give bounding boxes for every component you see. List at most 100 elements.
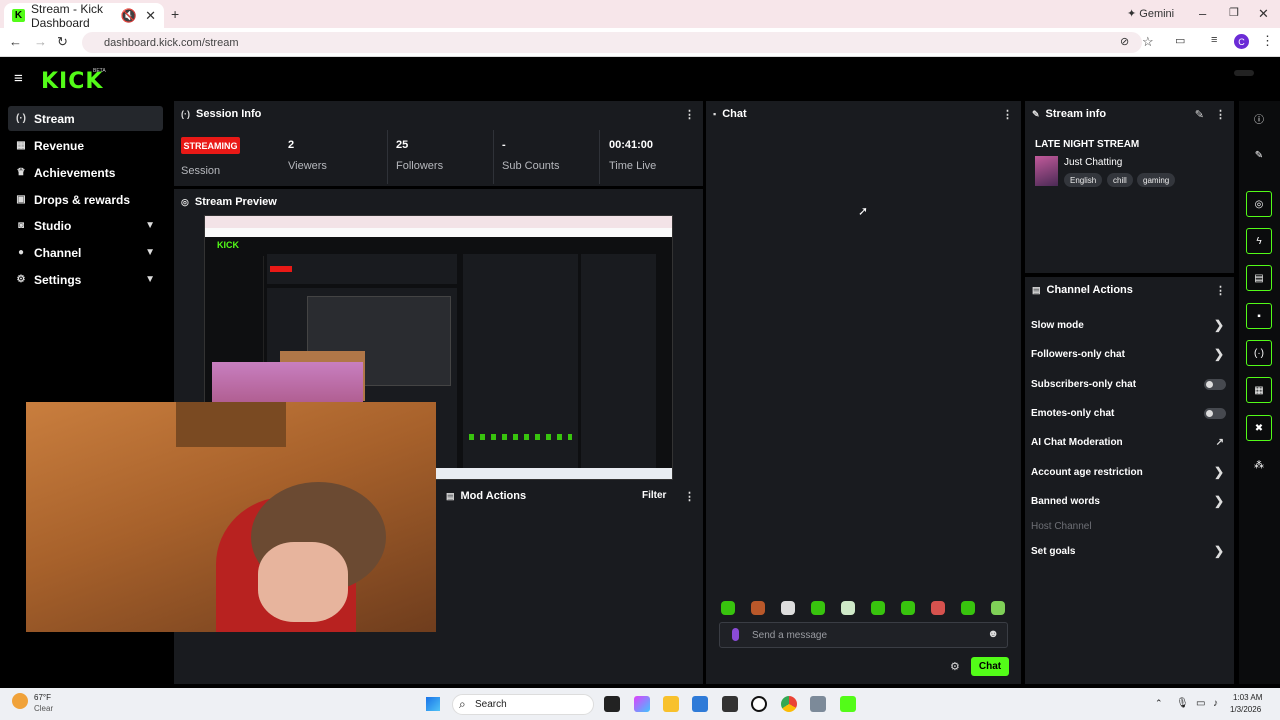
banned-words-row[interactable]: Banned words ❯ [1031,491,1226,511]
send-chat-button[interactable]: Chat [971,657,1009,676]
user-icon: ● [17,247,25,258]
weather-status: Clear [34,704,54,713]
chat-settings-icon[interactable]: ⚙ [950,660,960,673]
window-close-button[interactable]: ✕ [1258,6,1269,22]
emoji-icon[interactable]: ☻ [987,628,999,640]
sidebar-item-settings[interactable]: ⚙ Settings ▼ [8,267,163,292]
chevron-right-icon: ❯ [1213,494,1224,508]
split-view-icon[interactable]: ▭ [1175,34,1185,47]
preview-chat [463,254,578,479]
weather-temp[interactable]: 67°F [34,693,51,702]
action-label: Emotes-only chat [1031,407,1115,419]
edit-icon[interactable]: ✎ [1246,142,1272,168]
sidebar-item-studio[interactable]: ◙ Studio ▼ [8,213,163,238]
address-bar[interactable]: dashboard.kick.com/stream [82,32,1142,53]
store-icon[interactable] [692,696,708,712]
chevron-right-icon: ❯ [1213,318,1224,332]
emote-icon[interactable] [751,601,765,615]
sidebar-item-stream[interactable]: (·) Stream [8,106,163,131]
panel-title: Session Info [196,108,262,120]
sidebar-item-achievements[interactable]: ♛ Achievements [8,160,163,185]
minimize-button[interactable]: – [1199,6,1206,21]
external-link-icon: ↗ [1215,436,1224,448]
set-goals-row[interactable]: Set goals ❯ [1031,541,1226,561]
sidebar-item-drops[interactable]: ▣ Drops & rewards [8,187,163,212]
settings-app-icon[interactable] [810,696,826,712]
volume-icon[interactable]: ♪ [1213,698,1218,709]
network-icon[interactable]: ▭ [1196,698,1205,709]
emote-icon[interactable] [931,601,945,615]
lightning-icon[interactable]: ϟ [1246,228,1272,254]
slow-mode-row[interactable]: Slow mode ❯ [1031,315,1226,335]
emotes-only-toggle[interactable] [1204,407,1226,419]
category-name[interactable]: Just Chatting [1064,157,1122,168]
reload-icon[interactable]: ↻ [57,34,68,50]
clock-date[interactable]: 1/3/2026 [1230,705,1261,714]
windows-start-icon[interactable] [426,697,440,711]
add-widget-icon[interactable]: ⁂ [1246,452,1272,478]
clock-time[interactable]: 1:03 AM [1233,693,1262,702]
more-options-icon[interactable]: ⋮ [1215,108,1226,121]
edit-icon[interactable]: ✎ [1195,108,1204,121]
layout-icon[interactable]: ▦ [1246,377,1272,403]
mute-tab-icon[interactable]: 🔇 [121,8,137,24]
microphone-tray-icon[interactable]: 🎙 [1176,698,1189,709]
microphone-icon[interactable] [732,628,739,641]
tray-chevron-icon[interactable]: ⌃ [1155,698,1163,709]
more-options-icon[interactable]: ⋮ [1002,108,1013,121]
task-view-icon[interactable] [604,696,620,712]
chat-message-input[interactable]: Send a message ☻ [719,622,1008,648]
chat-bubble-icon[interactable]: ▪ [1246,303,1272,329]
forward-icon[interactable]: → [34,34,47,49]
followers-only-row[interactable]: Followers-only chat ❯ [1031,344,1226,364]
filter-button[interactable]: Filter [642,490,666,501]
profile-avatar[interactable]: C [1234,34,1249,49]
account-age-row[interactable]: Account age restriction ❯ [1031,462,1226,482]
panel-title: Channel Actions [1046,284,1133,296]
new-tab-button[interactable]: + [171,6,179,22]
emote-icon[interactable] [721,601,735,615]
hamburger-menu-icon[interactable]: ≡ [14,70,23,87]
mouse-cursor-icon: ➚ [858,204,869,218]
sidebar-item-channel[interactable]: ● Channel ▼ [8,240,163,265]
more-options-icon[interactable]: ⋮ [684,108,695,121]
sidebar-item-revenue[interactable]: ▦ Revenue [8,133,163,158]
emote-icon[interactable] [901,601,915,615]
ai-moderation-row[interactable]: AI Chat Moderation ↗ [1031,432,1226,452]
file-explorer-icon[interactable] [663,696,679,712]
chevron-down-icon: ▼ [145,247,155,258]
subscribers-only-toggle[interactable] [1204,378,1226,390]
user-avatar[interactable] [1234,70,1254,76]
eye-off-icon[interactable]: ⊘ [1120,35,1129,48]
tag-badge: chill [1107,173,1133,187]
focus-icon[interactable]: ◎ [1246,191,1272,217]
back-icon[interactable]: ← [9,34,22,49]
browser-menu-icon[interactable]: ⋮ [1261,33,1274,49]
emote-icon[interactable] [841,601,855,615]
more-options-icon[interactable]: ⋮ [1215,284,1226,297]
document-icon[interactable]: ▤ [1246,265,1272,291]
chrome-icon[interactable] [781,696,797,712]
gemini-button[interactable]: ✦ Gemini [1127,7,1174,20]
app-icon[interactable] [722,696,738,712]
taskbar-search[interactable]: ⌕ Search [452,694,594,715]
media-icon[interactable]: ≡ [1211,34,1217,46]
maximize-button[interactable]: ❐ [1229,6,1239,19]
followers-value: 25 [396,139,409,151]
browser-tab[interactable]: K Stream - Kick Dashboard 🔇 ✕ [4,2,164,30]
wrench-icon[interactable]: ✖ [1246,415,1272,441]
info-icon[interactable]: ⓘ [1246,105,1272,131]
emote-icon[interactable] [871,601,885,615]
broadcast-icon[interactable]: (·) [1246,340,1272,366]
emote-icon[interactable] [961,601,975,615]
close-tab-icon[interactable]: ✕ [145,8,156,24]
category-thumbnail[interactable] [1035,156,1058,186]
kick-app-icon[interactable] [840,696,856,712]
emote-icon[interactable] [991,601,1005,615]
more-options-icon[interactable]: ⋮ [684,490,695,503]
emote-icon[interactable] [781,601,795,615]
obs-icon[interactable] [751,696,767,712]
emote-icon[interactable] [811,601,825,615]
copilot-icon[interactable] [634,696,650,712]
star-icon[interactable]: ☆ [1142,34,1154,50]
